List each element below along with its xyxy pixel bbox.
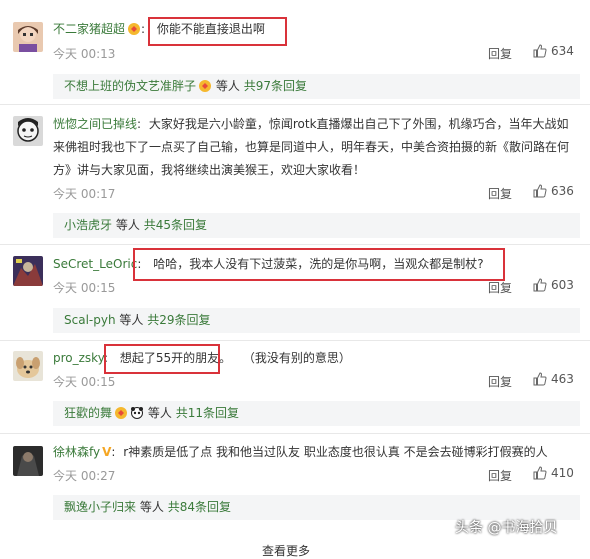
sub-reply-user[interactable]: 狂歡的舞 (64, 406, 112, 420)
watermark: 头条 @书海拾贝 (455, 520, 558, 536)
sub-reply-total[interactable]: 共29条回复 (147, 313, 210, 327)
comment-time: 今天 00:17 (53, 187, 116, 201)
like-button[interactable]: 463 (533, 372, 574, 386)
panda-badge-icon (130, 403, 144, 419)
separator: : (137, 117, 142, 131)
like-count: 634 (551, 44, 574, 58)
like-button[interactable]: 634 (533, 44, 574, 58)
avatar[interactable] (13, 22, 43, 52)
sub-reply-bar: 狂歡的舞 等人 共11条回复 (53, 401, 580, 426)
thumbs-up-icon (533, 184, 547, 198)
comment-time: 今天 00:15 (53, 281, 116, 295)
comment-time: 今天 00:13 (53, 47, 116, 61)
sub-reply-mid: 等人 (119, 313, 144, 327)
username[interactable]: 徐林森fy (53, 445, 100, 459)
comment-text: r神素质是低了点 我和他当过队友 职业态度也很认真 不是会去碰博彩打假赛的人 (123, 445, 548, 459)
like-button[interactable]: 410 (533, 466, 574, 480)
highlight-box (104, 344, 220, 374)
separator: : (141, 22, 146, 36)
sub-reply-total[interactable]: 共97条回复 (244, 79, 307, 93)
username[interactable]: 恍惚之间已掉线 (53, 117, 137, 131)
view-more-link[interactable]: 查看更多 (262, 542, 310, 559)
username[interactable]: pro_zsky (53, 351, 104, 365)
highlight-box (148, 17, 287, 46)
separator: : (111, 445, 116, 459)
reply-button[interactable]: 回复 (488, 467, 512, 484)
like-count: 463 (551, 372, 574, 386)
sub-reply-mid: 等人 (139, 500, 164, 514)
username[interactable]: 不二家猪超超 (53, 22, 125, 36)
sub-reply-user[interactable]: 小浩虎牙 (64, 218, 112, 232)
like-count: 410 (551, 466, 574, 480)
username[interactable]: SeCret_LeOric (53, 257, 137, 271)
comment-time: 今天 00:27 (53, 469, 116, 483)
avatar[interactable] (13, 256, 43, 286)
divider (0, 340, 590, 341)
comment-time: 今天 00:15 (53, 375, 116, 389)
sub-reply-user[interactable]: Scal-pyh (64, 313, 116, 327)
avatar[interactable] (13, 446, 43, 476)
thumbs-up-icon (533, 278, 547, 292)
sub-reply-total[interactable]: 共45条回复 (144, 218, 207, 232)
sub-reply-mid: 等人 (115, 218, 140, 232)
divider (0, 104, 590, 105)
sub-reply-bar: 不想上班的伪文艺准胖子 等人 共97条回复 (53, 74, 580, 99)
highlight-box (133, 248, 505, 281)
vip-badge-icon (198, 76, 212, 92)
sub-reply-bar: 小浩虎牙 等人 共45条回复 (53, 213, 580, 238)
like-count: 603 (551, 278, 574, 292)
sub-reply-user[interactable]: 飘逸小子归来 (64, 500, 136, 514)
thumbs-up-icon (533, 44, 547, 58)
reply-button[interactable]: 回复 (488, 373, 512, 390)
sub-reply-user[interactable]: 不想上班的伪文艺准胖子 (64, 79, 196, 93)
reply-button[interactable]: 回复 (488, 279, 512, 296)
vip-badge-icon (114, 403, 128, 419)
divider (0, 244, 590, 245)
avatar[interactable] (13, 351, 43, 381)
thumbs-up-icon (533, 372, 547, 386)
sub-reply-total[interactable]: 共84条回复 (168, 500, 231, 514)
divider (0, 433, 590, 434)
sub-reply-mid: 等人 (215, 79, 240, 93)
comment-text-line-1: 大家好我是六小龄童，惊闻rotk直播爆出自己下了外围，机缘巧合，当年大战如 (148, 117, 569, 131)
comment-text-extra: （我没有别的意思） (242, 351, 351, 365)
sub-reply-bar: Scal-pyh 等人 共29条回复 (53, 308, 580, 333)
avatar[interactable] (13, 116, 43, 146)
like-button[interactable]: 603 (533, 278, 574, 292)
comment-text-line-2: 来佛祖时我也下了一点买了自己输，也算是同道中人，明年春天，中美合资拍摄的新《散问… (53, 140, 570, 154)
like-count: 636 (551, 184, 574, 198)
reply-button[interactable]: 回复 (488, 45, 512, 62)
reply-button[interactable]: 回复 (488, 185, 512, 202)
sub-reply-mid: 等人 (147, 406, 172, 420)
like-button[interactable]: 636 (533, 184, 574, 198)
sub-reply-total[interactable]: 共11条回复 (176, 406, 239, 420)
comment-text-line-3: 方》讲与大家见面，我将继续出演美猴王，欢迎大家收看！ (53, 163, 366, 177)
thumbs-up-icon (533, 466, 547, 480)
vip-badge-icon (127, 22, 141, 35)
